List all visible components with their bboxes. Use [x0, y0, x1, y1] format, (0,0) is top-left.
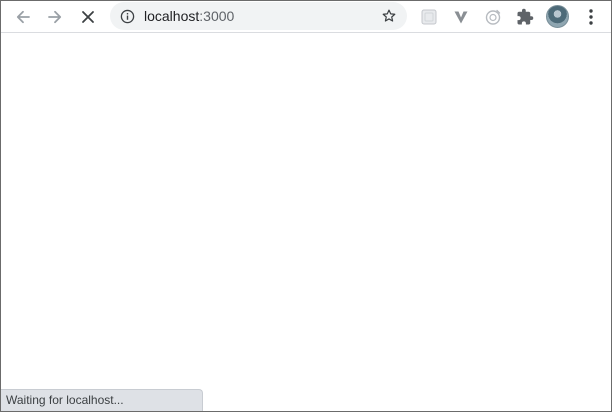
kebab-menu-icon[interactable]: [580, 6, 602, 28]
stop-loading-button[interactable]: [75, 4, 101, 30]
forward-button[interactable]: [42, 4, 68, 30]
info-icon[interactable]: [119, 8, 135, 24]
extension-icon[interactable]: [450, 6, 472, 28]
address-bar[interactable]: localhost:3000: [110, 2, 407, 30]
url-host: localhost: [144, 8, 200, 24]
extension-icon[interactable]: [482, 6, 504, 28]
browser-toolbar: localhost:3000: [1, 1, 611, 33]
url-port: :3000: [199, 8, 235, 24]
back-button[interactable]: [10, 4, 36, 30]
arrow-left-icon: [16, 10, 30, 24]
puzzle-icon[interactable]: [514, 6, 536, 28]
browser-window: localhost:3000 Waiting for localhost...: [0, 0, 612, 412]
page-viewport: [1, 34, 611, 411]
status-bubble: Waiting for localhost...: [1, 389, 203, 411]
profile-avatar[interactable]: [546, 5, 569, 28]
extension-icon[interactable]: [418, 6, 440, 28]
star-icon[interactable]: [380, 7, 398, 25]
close-icon: [82, 11, 94, 23]
url-text[interactable]: localhost:3000: [144, 8, 234, 24]
arrow-right-icon: [48, 10, 62, 24]
